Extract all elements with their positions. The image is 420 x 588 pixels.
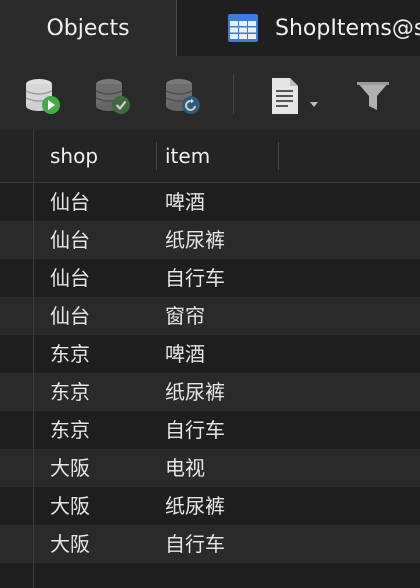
cell-shop[interactable]: 仙台 xyxy=(50,259,90,297)
text-view-icon[interactable] xyxy=(268,76,324,116)
row-gutter-divider xyxy=(33,130,34,588)
tab-shopitems-label: ShopItems@s xyxy=(275,15,420,41)
cell-shop[interactable]: 大阪 xyxy=(50,449,90,487)
rollback-icon[interactable] xyxy=(162,76,202,116)
cell-shop[interactable]: 东京 xyxy=(50,335,90,373)
toolbar xyxy=(0,56,420,131)
toolbar-separator xyxy=(233,74,234,114)
cell-shop[interactable]: 大阪 xyxy=(50,525,90,563)
column-header-shop[interactable]: shop xyxy=(50,130,98,182)
tab-bar: Objects ShopItems@s xyxy=(0,0,420,56)
table-row[interactable]: 东京 啤酒 xyxy=(0,335,420,373)
cell-item[interactable]: 啤酒 xyxy=(165,335,205,373)
cell-item[interactable]: 自行车 xyxy=(165,525,225,563)
tab-objects-label: Objects xyxy=(46,15,130,41)
table-row[interactable]: 仙台 窗帘 xyxy=(0,297,420,335)
begin-transaction-icon[interactable] xyxy=(22,76,62,116)
table-row[interactable]: 东京 自行车 xyxy=(0,411,420,449)
grid-header: shop item xyxy=(0,130,420,183)
cell-shop[interactable]: 东京 xyxy=(50,411,90,449)
table-row[interactable]: 大阪 自行车 xyxy=(0,525,420,563)
table-row[interactable]: 大阪 电视 xyxy=(0,449,420,487)
cell-shop[interactable]: 大阪 xyxy=(50,487,90,525)
table-icon xyxy=(228,14,258,42)
filter-icon[interactable] xyxy=(354,76,394,116)
column-separator[interactable] xyxy=(278,142,279,170)
tab-shopitems[interactable]: ShopItems@s xyxy=(177,0,420,56)
cell-shop[interactable]: 仙台 xyxy=(50,183,90,221)
cell-item[interactable]: 纸尿裤 xyxy=(165,221,225,259)
table-row[interactable]: 仙台 纸尿裤 xyxy=(0,221,420,259)
cell-item[interactable]: 自行车 xyxy=(165,411,225,449)
cell-item[interactable]: 电视 xyxy=(165,449,205,487)
cell-item[interactable]: 窗帘 xyxy=(165,297,205,335)
cell-item[interactable]: 自行车 xyxy=(165,259,225,297)
table-row[interactable]: 大阪 纸尿裤 xyxy=(0,487,420,525)
table-row[interactable]: 东京 纸尿裤 xyxy=(0,373,420,411)
table-row[interactable]: 仙台 自行车 xyxy=(0,259,420,297)
tab-objects[interactable]: Objects xyxy=(0,0,177,56)
cell-item[interactable]: 纸尿裤 xyxy=(165,487,225,525)
cell-item[interactable]: 纸尿裤 xyxy=(165,373,225,411)
column-header-item[interactable]: item xyxy=(165,130,210,182)
commit-icon[interactable] xyxy=(92,76,132,116)
data-grid: 仙台 啤酒 仙台 纸尿裤 仙台 自行车 仙台 窗帘 东京 啤酒 东京 纸尿裤 东京 自行车 大阪 电视 大阪 纸尿… xyxy=(0,130,420,588)
grid-rows: 仙台 啤酒 仙台 纸尿裤 仙台 自行车 仙台 窗帘 东京 啤酒 东京 纸尿裤 东京 自行车 大阪 电视 大阪 纸尿… xyxy=(0,183,420,563)
cell-item[interactable]: 啤酒 xyxy=(165,183,205,221)
cell-shop[interactable]: 仙台 xyxy=(50,221,90,259)
cell-shop[interactable]: 东京 xyxy=(50,373,90,411)
cell-shop[interactable]: 仙台 xyxy=(50,297,90,335)
column-separator[interactable] xyxy=(156,142,157,170)
table-row[interactable]: 仙台 啤酒 xyxy=(0,183,420,221)
